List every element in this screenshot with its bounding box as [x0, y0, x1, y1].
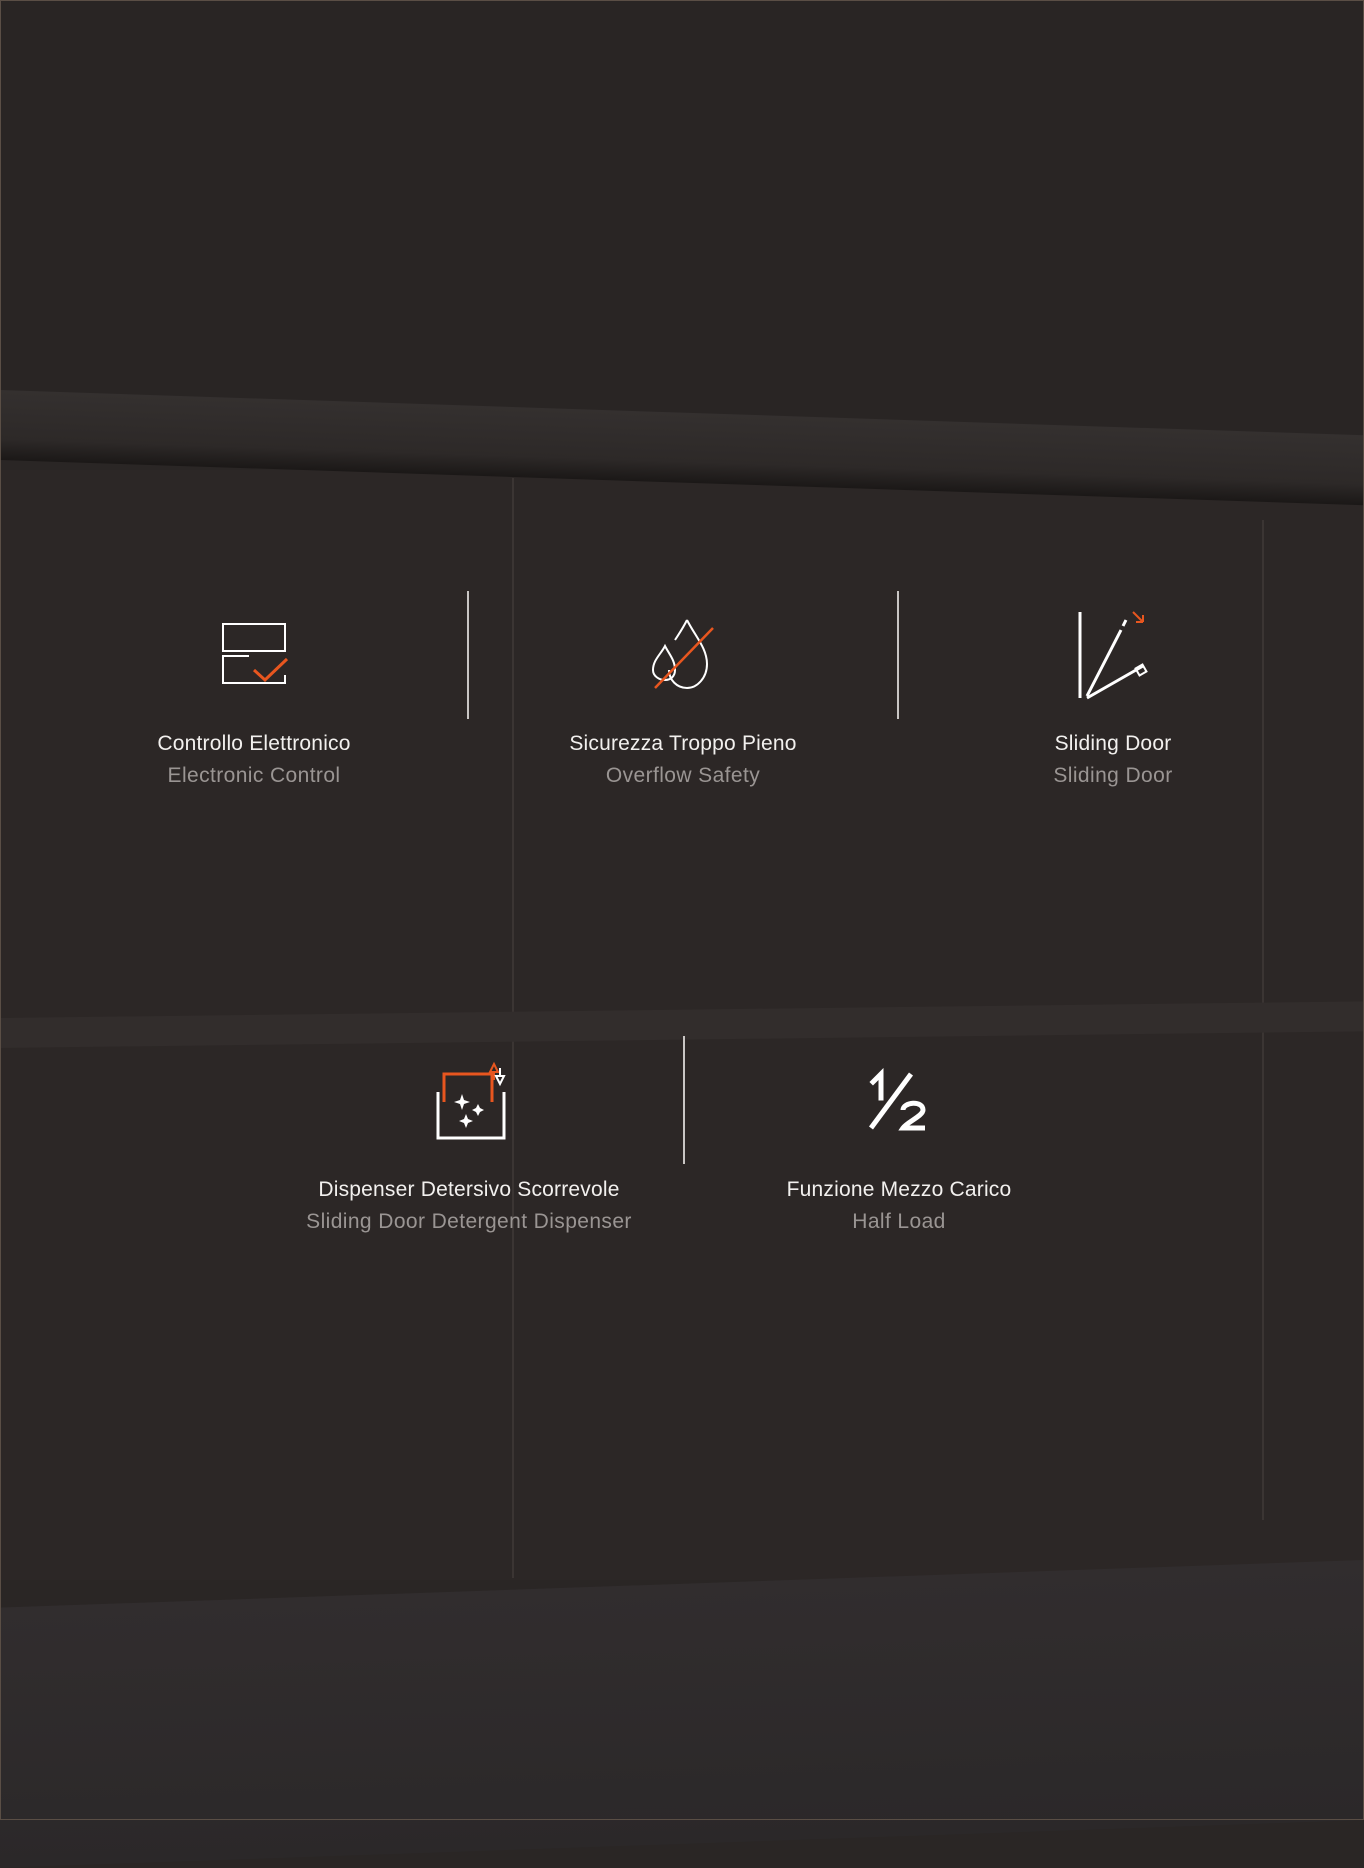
- feature-title: Sliding Door: [1054, 732, 1172, 755]
- feature-subtitle: Overflow Safety: [605, 764, 761, 787]
- feature-subtitle: Half Load: [852, 1210, 946, 1233]
- electronic-control-icon: [44, 606, 464, 702]
- page-border: [0, 0, 1364, 1820]
- feature-subtitle: Sliding Door Detergent Dispenser: [306, 1210, 632, 1233]
- feature-title: Funzione Mezzo Carico: [786, 1178, 1012, 1201]
- feature-title: Sicurezza Troppo Pieno: [569, 732, 797, 755]
- detergent-dispenser-icon: [259, 1052, 679, 1148]
- half-load-icon: [689, 1052, 1109, 1148]
- feature-subtitle: Sliding Door: [1053, 764, 1173, 787]
- feature-title: Dispenser Detersivo Scorrevole: [318, 1178, 620, 1201]
- feature-detergent-dispenser: Dispenser Detersivo Scorrevole Sliding D…: [259, 1052, 679, 1234]
- feature-subtitle: Electronic Control: [167, 764, 341, 787]
- feature-divider: [467, 591, 469, 719]
- overflow-safety-icon: [473, 606, 893, 702]
- feature-overflow-safety: Sicurezza Troppo Pieno Overflow Safety: [473, 606, 893, 788]
- feature-divider: [683, 1036, 685, 1164]
- feature-half-load: Funzione Mezzo Carico Half Load: [689, 1052, 1109, 1234]
- sliding-door-icon: [903, 606, 1323, 702]
- feature-divider: [897, 591, 899, 719]
- feature-electronic-control: Controllo Elettronico Electronic Control: [44, 606, 464, 788]
- feature-title: Controllo Elettronico: [157, 732, 351, 755]
- feature-sliding-door: Sliding Door Sliding Door: [903, 606, 1323, 788]
